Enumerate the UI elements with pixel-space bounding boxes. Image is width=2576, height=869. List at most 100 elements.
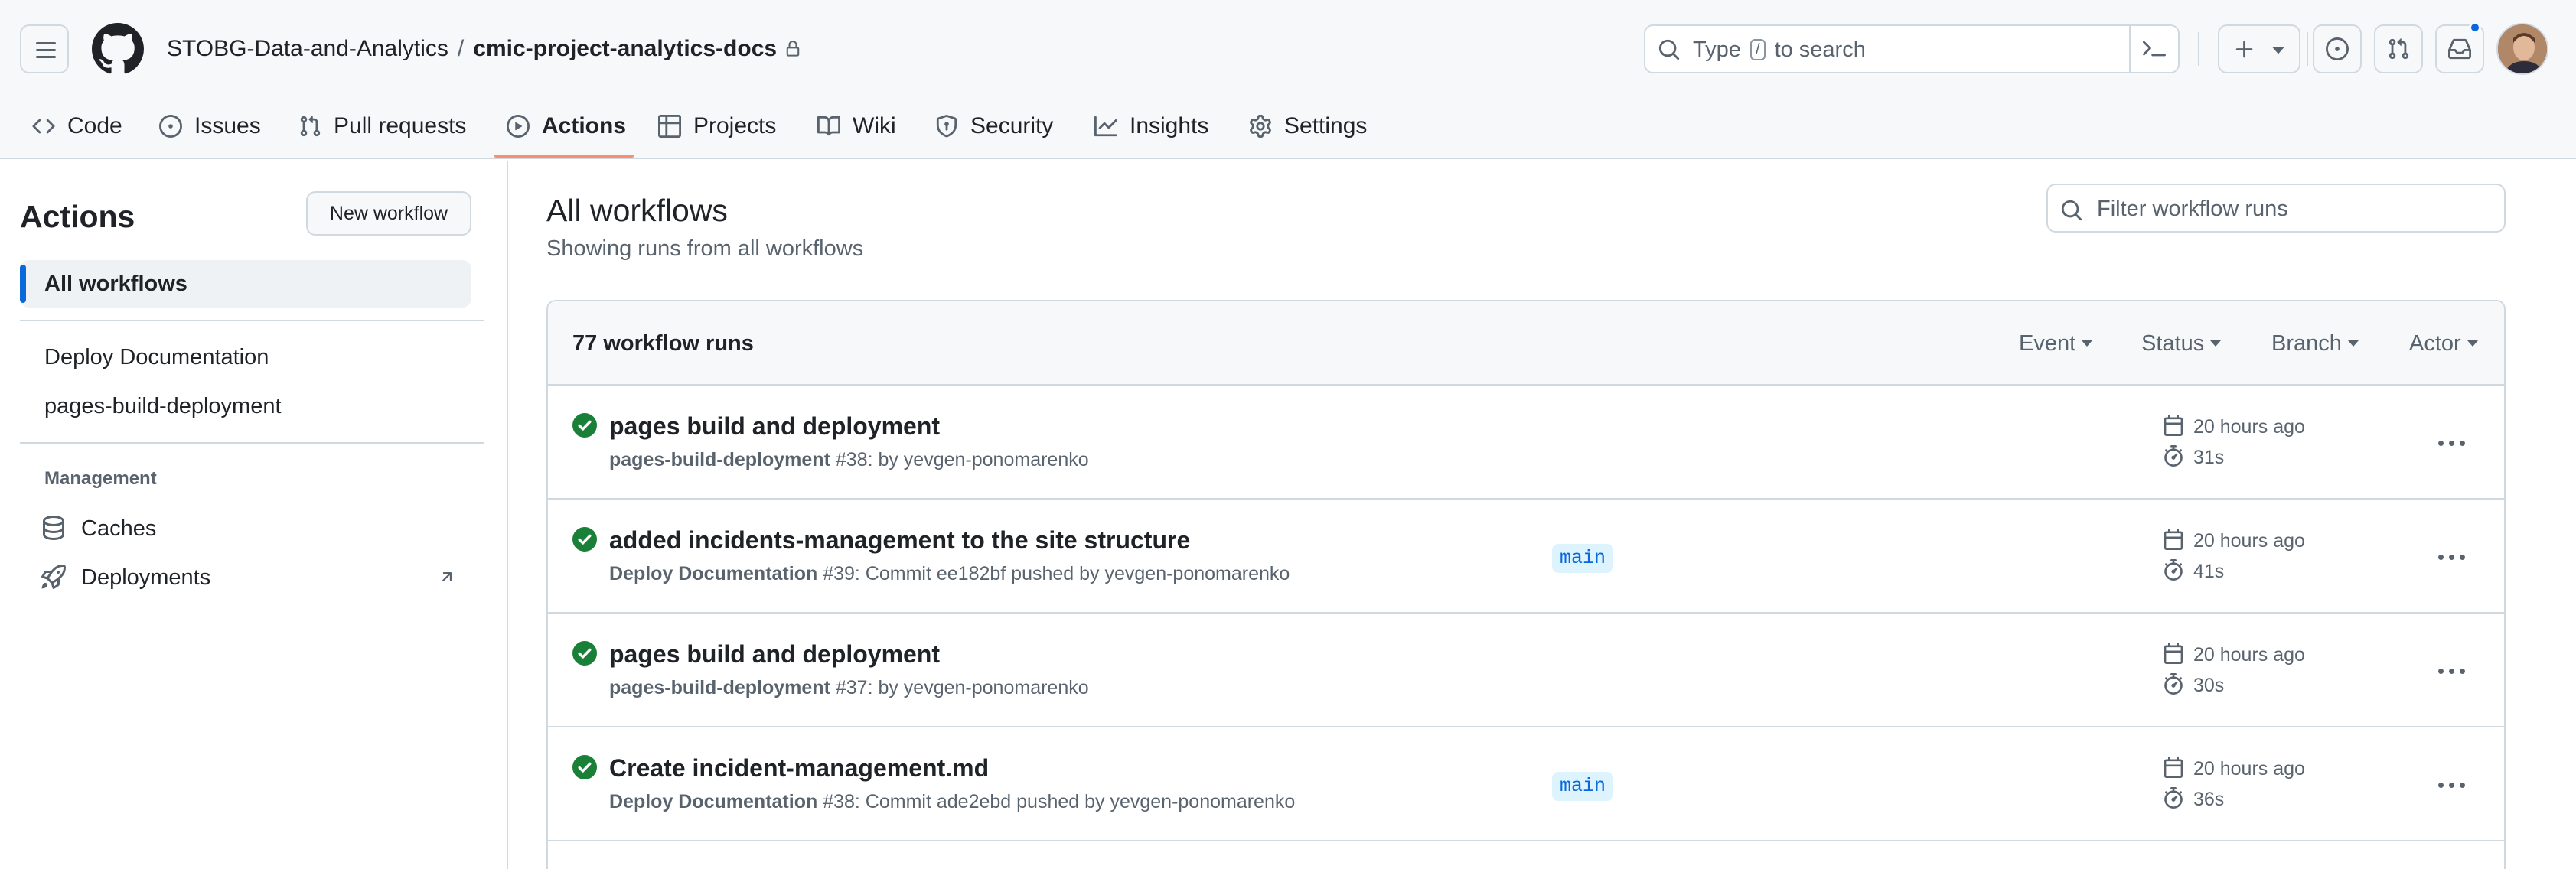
sidebar-item-caches[interactable]: Caches: [20, 505, 471, 552]
run-workflow-name: pages-build-deployment: [609, 449, 830, 470]
triangle-down-icon: [2082, 340, 2093, 347]
branch-badge[interactable]: main: [1552, 772, 1614, 801]
tab-security[interactable]: Security: [935, 104, 1058, 159]
search-icon: [1658, 39, 1680, 60]
filter-workflow-runs-input[interactable]: Filter workflow runs: [2046, 184, 2506, 233]
triangle-down-icon: [2210, 340, 2222, 347]
kebab-horizontal-icon[interactable]: [2434, 542, 2470, 573]
run-meta: pages-build-deployment #37: by yevgen-po…: [609, 675, 1089, 701]
repo-nav: Code Issues Pull requests Actions Projec…: [0, 104, 2576, 159]
new-workflow-button[interactable]: New workflow: [306, 191, 471, 236]
github-logo-icon[interactable]: [92, 23, 144, 75]
issues-button[interactable]: [2313, 24, 2362, 73]
issue-opened-icon: [159, 115, 182, 138]
book-icon: [817, 116, 840, 136]
tab-settings[interactable]: Settings: [1249, 104, 1379, 159]
check-circle-icon: [572, 755, 597, 783]
command-palette-button[interactable]: [2129, 26, 2178, 72]
run-title-link[interactable]: pages build and deployment: [609, 410, 940, 442]
kebab-horizontal-icon[interactable]: [2434, 656, 2470, 687]
tab-projects[interactable]: Projects: [658, 104, 788, 159]
run-meta: Deploy Documentation #39: Commit ee182bf…: [609, 561, 1290, 587]
sidebar-title: Actions: [20, 199, 135, 234]
code-icon: [32, 119, 55, 134]
run-title-link[interactable]: added incidents-management to the site s…: [609, 524, 1190, 556]
header-divider: [2198, 32, 2199, 66]
branch-filter-dropdown[interactable]: Branch: [2271, 329, 2359, 358]
run-workflow-name: Deploy Documentation: [609, 791, 818, 812]
gear-icon: [1250, 115, 1271, 138]
shield-icon: [936, 115, 957, 138]
user-avatar-icon: [2498, 24, 2547, 73]
run-meta: pages-build-deployment #38: by yevgen-po…: [609, 447, 1089, 473]
run-meta: Deploy Documentation #38: Commit ade2ebd…: [609, 789, 1295, 815]
git-pull-request-icon: [300, 116, 321, 137]
global-search-input[interactable]: Type / to search: [1644, 24, 2180, 73]
tab-issues[interactable]: Issues: [159, 104, 266, 159]
sidebar-item-deployments[interactable]: Deployments: [20, 554, 471, 601]
breadcrumb: STOBG-Data-and-Analytics / cmic-project-an…: [167, 34, 801, 64]
repo-link[interactable]: cmic-project-analytics-docs: [473, 36, 777, 61]
avatar[interactable]: [2496, 23, 2548, 75]
tab-pull-requests[interactable]: Pull requests: [298, 104, 474, 159]
kebab-horizontal-icon[interactable]: [2434, 428, 2470, 459]
run-workflow-name: pages-build-deployment: [609, 677, 830, 698]
status-filter-dropdown[interactable]: Status: [2141, 329, 2222, 358]
active-tab-indicator: [494, 155, 634, 158]
page-title: All workflows: [546, 193, 728, 228]
sidebar-item-pages-build-deployment[interactable]: pages-build-deployment: [20, 382, 471, 430]
run-duration: 36s: [2193, 789, 2225, 810]
actions-sidebar: Actions New workflow All workflows Deplo…: [0, 161, 508, 869]
menu-button[interactable]: [20, 24, 69, 73]
create-new-button[interactable]: [2218, 24, 2300, 73]
runs-list-header: 77 workflow runs Event Status Branch Act…: [548, 301, 2504, 386]
run-timestamp: 20 hours ago: [2193, 416, 2305, 438]
branch-badge[interactable]: main: [1552, 544, 1614, 573]
sidebar-item-deploy-documentation[interactable]: Deploy Documentation: [20, 334, 471, 381]
check-circle-icon: [572, 527, 597, 555]
lock-icon: [786, 41, 800, 57]
breadcrumb-separator: /: [457, 36, 465, 61]
stopwatch-icon: [2163, 445, 2184, 470]
database-icon: [43, 516, 64, 540]
run-title-link[interactable]: Create incident-management.md: [609, 752, 989, 784]
run-timestamp: 20 hours ago: [2193, 758, 2305, 779]
tab-code[interactable]: Code: [32, 104, 124, 159]
management-heading: Management: [44, 468, 157, 489]
workflow-run-row[interactable]: Create incident-management.md Deploy Docu…: [548, 727, 2504, 841]
workflow-run-row[interactable]: pages build and deployment pages-build-de…: [548, 614, 2504, 727]
run-detail: #38: Commit ade2ebd pushed by yevgen-pon…: [823, 791, 1296, 812]
tab-actions[interactable]: Actions: [507, 104, 629, 159]
owner-link[interactable]: STOBG-Data-and-Analytics: [167, 36, 448, 61]
run-detail: #37: by yevgen-ponomarenko: [835, 677, 1089, 698]
calendar-icon: [2163, 757, 2184, 782]
tab-wiki[interactable]: Wiki: [817, 104, 902, 159]
global-header: STOBG-Data-and-Analytics / cmic-project-an…: [0, 0, 2576, 159]
search-placeholder: Type / to search: [1693, 37, 1866, 62]
git-pull-request-icon: [2389, 38, 2409, 60]
notification-indicator: [2469, 21, 2481, 34]
run-detail: #38: by yevgen-ponomarenko: [835, 449, 1089, 470]
run-timestamp: 20 hours ago: [2193, 644, 2305, 666]
play-icon: [507, 115, 530, 138]
plus-icon: [2235, 41, 2253, 58]
workflow-runs-list: 77 workflow runs Event Status Branch Act…: [546, 300, 2506, 869]
stopwatch-icon: [2163, 559, 2184, 584]
kebab-horizontal-icon[interactable]: [2434, 770, 2470, 801]
run-duration: 30s: [2193, 675, 2225, 696]
actor-filter-dropdown[interactable]: Actor: [2409, 329, 2478, 358]
event-filter-dropdown[interactable]: Event: [2019, 329, 2093, 358]
triangle-down-icon: [2347, 340, 2359, 347]
slash-key-hint: /: [1749, 39, 1766, 60]
filter-placeholder: Filter workflow runs: [2097, 197, 2288, 221]
workflow-run-row[interactable]: added incidents-management to the site s…: [548, 500, 2504, 614]
tab-insights[interactable]: Insights: [1094, 104, 1217, 159]
run-title-link[interactable]: pages build and deployment: [609, 638, 940, 670]
run-detail: #39: Commit ee182bf pushed by yevgen-pon…: [823, 563, 1290, 584]
run-timestamp: 20 hours ago: [2193, 530, 2305, 552]
run-duration: 31s: [2193, 447, 2225, 468]
sidebar-item-all-workflows[interactable]: All workflows: [20, 260, 471, 308]
workflow-run-row[interactable]: pages build and deployment pages-build-de…: [548, 386, 2504, 500]
table-icon: [658, 115, 681, 138]
pull-requests-button[interactable]: [2374, 24, 2423, 73]
